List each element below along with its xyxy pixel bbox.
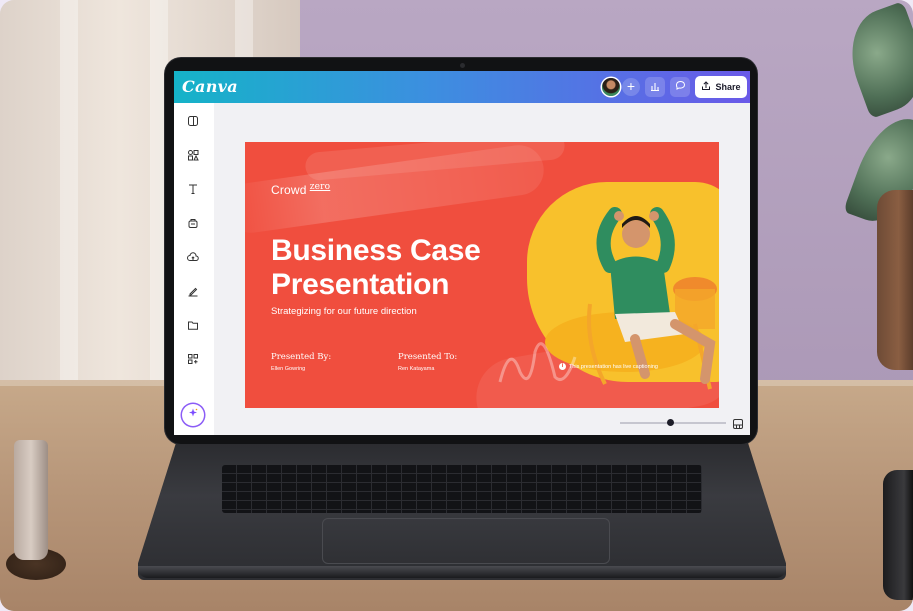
analytics-icon: [650, 78, 660, 96]
elements-icon: [187, 148, 199, 166]
projects-icon: [187, 318, 199, 336]
presented-by-label: Presented By:: [271, 352, 332, 362]
sidebar-item-elements[interactable]: [183, 147, 203, 167]
text-icon: [187, 182, 199, 200]
plant-pot: [877, 190, 913, 370]
analytics-button[interactable]: [645, 77, 665, 97]
comment-button[interactable]: [670, 77, 690, 97]
brand-suffix: zero: [309, 182, 331, 192]
page-grid-button[interactable]: [732, 417, 744, 429]
camera-icon: [460, 63, 465, 68]
sidebar-item-apps[interactable]: [183, 351, 203, 371]
presented-by-name: Ellen Gowring: [271, 366, 306, 372]
slide-title: Business Case Presentation: [271, 234, 481, 302]
photo-scene: Canva + Share Crowd zero Business Case P…: [0, 0, 913, 611]
scribble-decoration: [498, 342, 577, 383]
sidebar-item-projects[interactable]: [183, 317, 203, 337]
brand-icon: [187, 216, 199, 234]
keyboard: [222, 465, 702, 513]
top-toolbar: Canva + Share: [174, 71, 750, 103]
sidebar-item-design[interactable]: [183, 113, 203, 133]
sidebar-item-uploads[interactable]: [183, 249, 203, 269]
left-sidebar: [174, 103, 214, 435]
title-line-2: Presentation: [271, 268, 450, 301]
presented-to-name: Ren Katayama: [398, 366, 435, 372]
draw-icon: [187, 284, 199, 302]
sidebar-item-brand[interactable]: [183, 215, 203, 235]
sidebar-item-draw[interactable]: [183, 283, 203, 303]
magic-icon: [187, 406, 199, 424]
cup: [14, 440, 48, 560]
add-collaborator-button[interactable]: +: [622, 78, 640, 96]
share-button[interactable]: Share: [695, 76, 747, 98]
magic-button[interactable]: [182, 404, 204, 426]
zoom-slider-handle[interactable]: [667, 419, 674, 426]
title-line-1: Business Case: [271, 234, 481, 267]
info-icon: i: [559, 363, 566, 370]
pages-icon: [732, 417, 744, 434]
brand-logo: Crowd zero: [271, 182, 331, 197]
slide-subtitle: Strategizing for our future direction: [271, 306, 417, 317]
captioning-text: This presentation has live captioning: [569, 363, 658, 370]
share-upload-icon: [701, 81, 711, 93]
share-label: Share: [715, 82, 741, 92]
canva-logo[interactable]: Canva: [182, 77, 238, 96]
design-panel-icon: [187, 114, 199, 132]
headphones: [883, 470, 913, 600]
user-avatar[interactable]: [602, 78, 620, 96]
apps-icon: [187, 352, 199, 370]
captioning-note: i This presentation has live captioning: [559, 363, 658, 370]
app-window: Canva + Share Crowd zero Business Case P…: [174, 71, 750, 435]
slide-canvas[interactable]: Crowd zero Business Case Presentation Str…: [245, 142, 719, 408]
uploads-icon: [187, 250, 199, 268]
trackpad: [322, 518, 610, 564]
comment-icon: [675, 78, 686, 96]
presented-to-label: Presented To:: [398, 352, 458, 362]
sidebar-item-text[interactable]: [183, 181, 203, 201]
